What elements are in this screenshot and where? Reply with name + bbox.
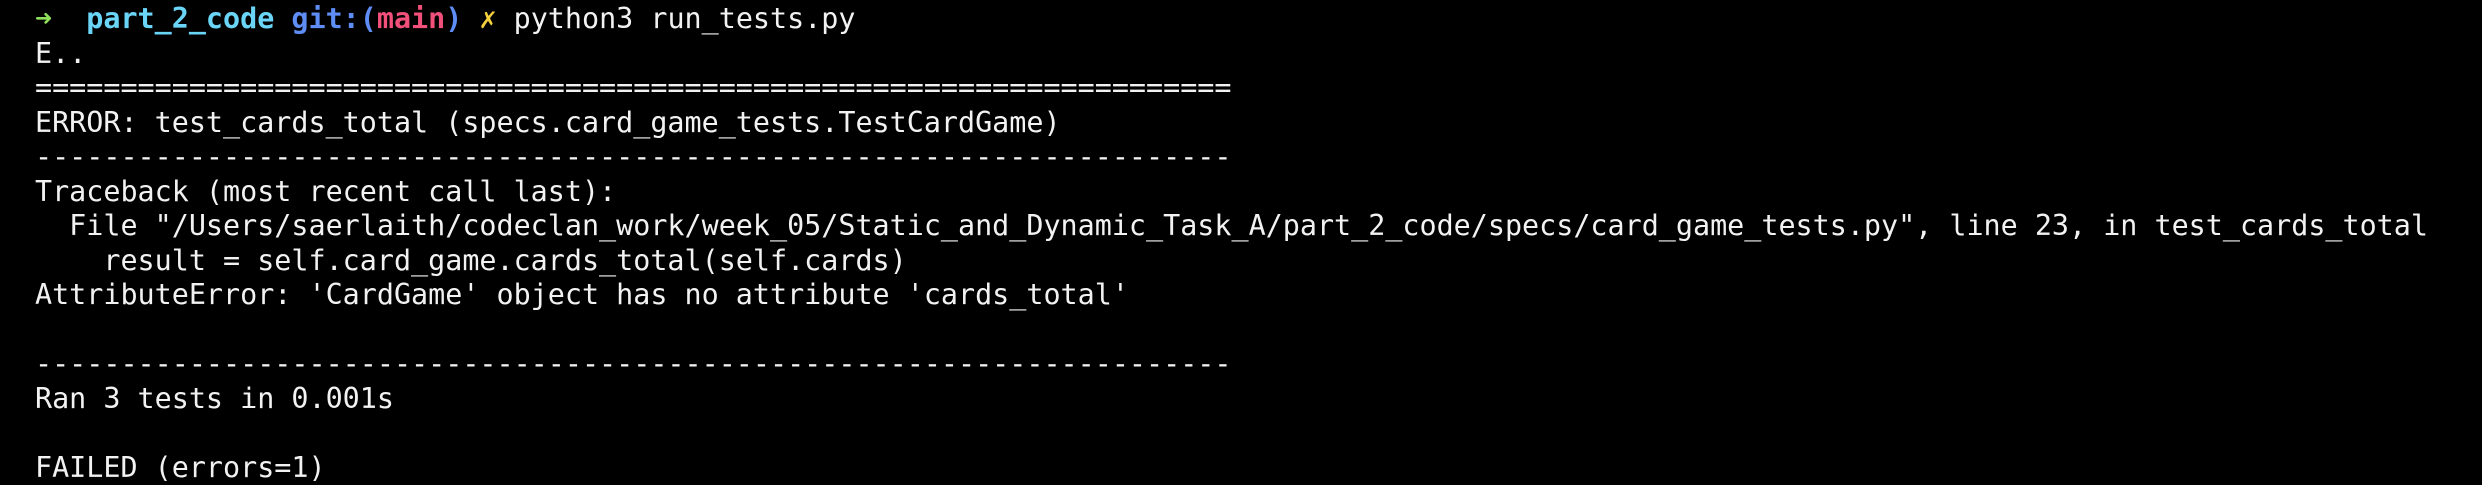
traceback-file-line: File "/Users/saerlaith/codeclan_work/wee…	[35, 209, 2482, 244]
test-progress: E..	[35, 37, 2482, 72]
blank-line	[35, 313, 2482, 348]
separator-bottom: ----------------------------------------…	[35, 347, 2482, 382]
git-dirty-icon: ✗	[479, 2, 496, 35]
command-text: python3 run_tests.py	[514, 2, 856, 35]
current-directory: part_2_code	[86, 2, 274, 35]
prompt-line: ➜ part_2_code git:(main) ✗ python3 run_t…	[35, 2, 2482, 37]
blank-line	[35, 416, 2482, 451]
traceback-header: Traceback (most recent call last):	[35, 175, 2482, 210]
test-result: FAILED (errors=1)	[35, 451, 2482, 485]
error-message: AttributeError: 'CardGame' object has no…	[35, 278, 2482, 313]
separator-double: ========================================…	[35, 71, 2482, 106]
separator-single: ----------------------------------------…	[35, 140, 2482, 175]
terminal-window[interactable]: ➜ part_2_code git:(main) ✗ python3 run_t…	[0, 0, 2482, 482]
git-label-close: )	[445, 2, 462, 35]
prompt-arrow-icon: ➜	[35, 2, 52, 35]
traceback-code-line: result = self.card_game.cards_total(self…	[35, 244, 2482, 279]
git-label: git:(	[291, 2, 376, 35]
git-branch-name: main	[377, 2, 445, 35]
error-header: ERROR: test_cards_total (specs.card_game…	[35, 106, 2482, 141]
test-summary: Ran 3 tests in 0.001s	[35, 382, 2482, 417]
